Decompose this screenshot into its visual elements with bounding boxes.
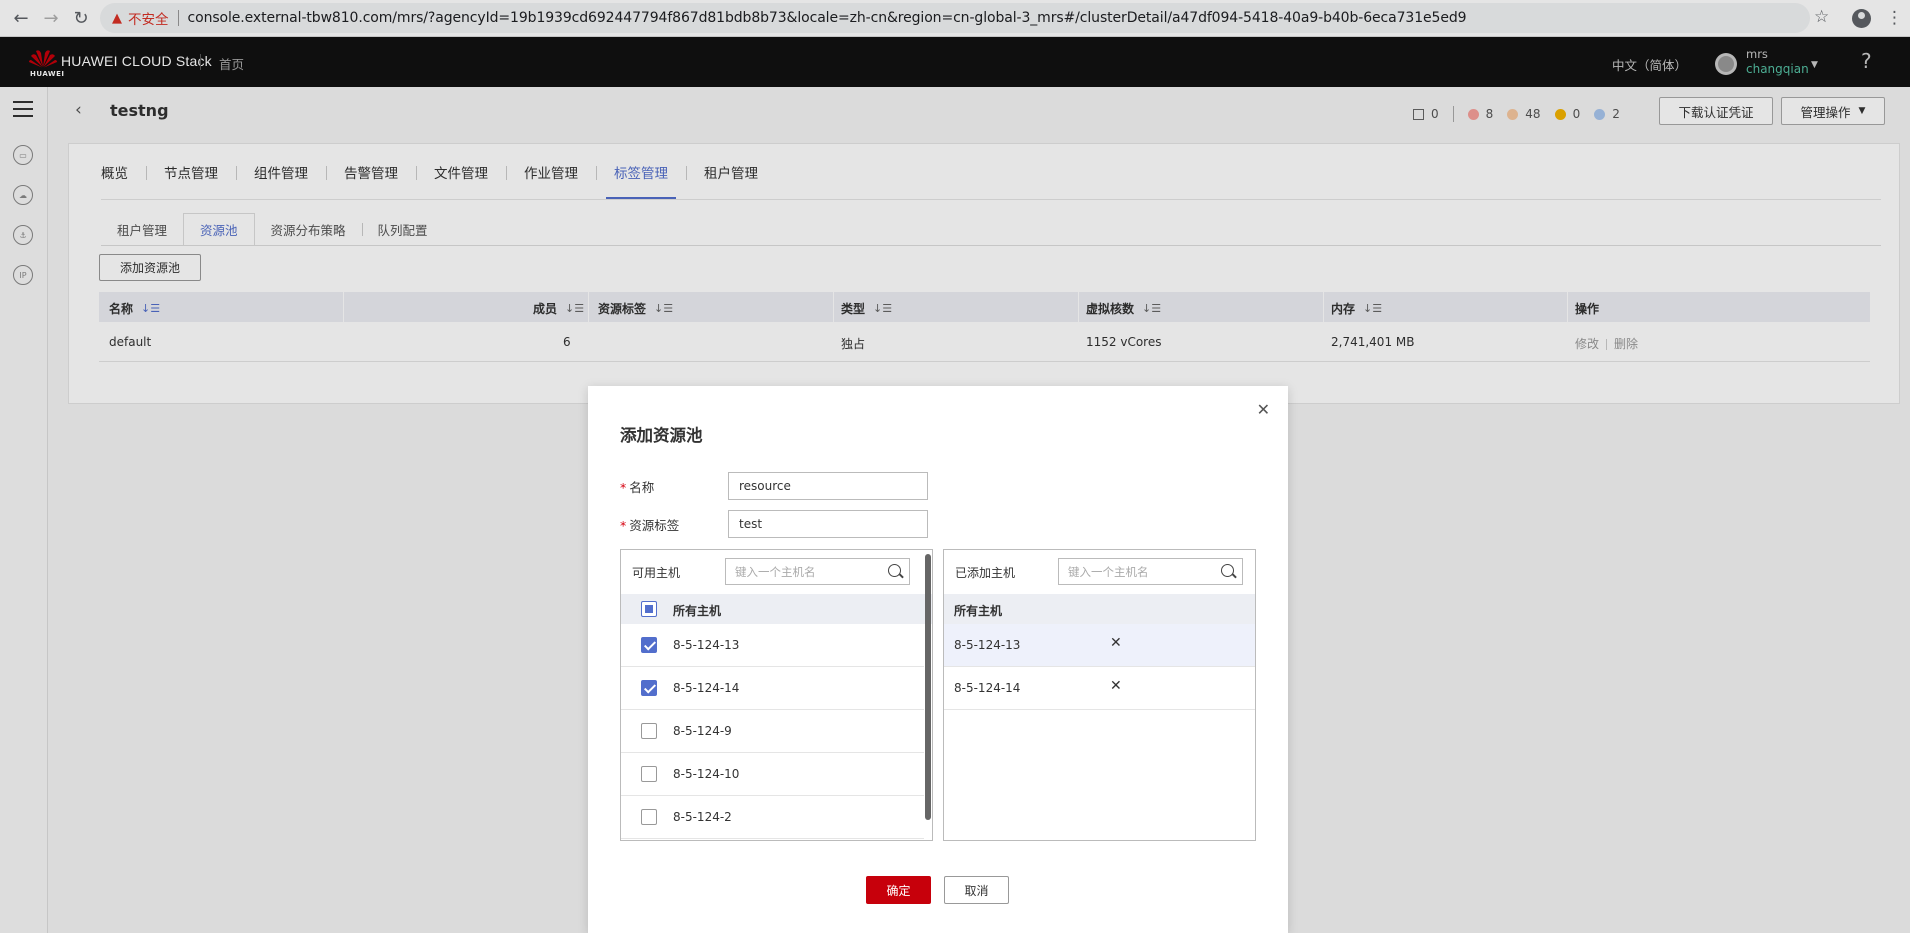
list-item[interactable]: 8-5-124-13 ✕ — [944, 624, 1255, 667]
name-input[interactable]: resource — [728, 472, 928, 500]
available-hosts-panel: 可用主机 键入一个主机名 所有主机 8-5-124-13 8-5-124-14 … — [620, 549, 933, 841]
added-hosts-panel: 已添加主机 键入一个主机名 所有主机 8-5-124-13 ✕ 8-5-124-… — [943, 549, 1256, 841]
list-item[interactable]: 8-5-124-13 — [621, 624, 924, 667]
remove-icon[interactable]: ✕ — [1110, 635, 1122, 651]
host-checkbox[interactable] — [641, 723, 657, 739]
host-checkbox[interactable] — [641, 680, 657, 696]
list-item[interactable]: 8-5-124-2 — [621, 796, 924, 839]
host-checkbox[interactable] — [641, 766, 657, 782]
search-icon[interactable] — [888, 564, 901, 577]
list-item[interactable]: 8-5-124-10 — [621, 753, 924, 796]
select-all-row: 所有主机 — [621, 594, 932, 624]
list-item[interactable]: 8-5-124-14 — [621, 667, 924, 710]
remove-icon[interactable]: ✕ — [1110, 678, 1122, 694]
added-hosts-title: 已添加主机 — [955, 566, 1016, 580]
added-all-row: 所有主机 — [944, 594, 1255, 624]
tag-input[interactable]: test — [728, 510, 928, 538]
tag-label: * 资源标签 — [620, 518, 680, 533]
host-checkbox[interactable] — [641, 637, 657, 653]
list-item[interactable]: 8-5-124-9 — [621, 710, 924, 753]
dialog-title: 添加资源池 — [620, 426, 703, 445]
added-hosts-search-input[interactable]: 键入一个主机名 — [1058, 558, 1243, 585]
list-item[interactable]: 8-5-124-14 ✕ — [944, 667, 1255, 710]
add-resource-pool-dialog: ✕ 添加资源池 * 名称 resource * 资源标签 test 可用主机 键入一… — [588, 386, 1288, 933]
cancel-button[interactable]: 取消 — [944, 876, 1009, 904]
search-icon[interactable] — [1221, 564, 1234, 577]
confirm-button[interactable]: 确定 — [866, 876, 931, 904]
name-label: * 名称 — [620, 480, 655, 495]
host-checkbox[interactable] — [641, 809, 657, 825]
select-all-checkbox[interactable] — [641, 601, 657, 617]
scrollbar[interactable] — [925, 554, 931, 820]
available-hosts-search-input[interactable]: 键入一个主机名 — [725, 558, 910, 585]
available-hosts-title: 可用主机 — [632, 566, 681, 580]
close-icon[interactable]: ✕ — [1257, 400, 1270, 419]
